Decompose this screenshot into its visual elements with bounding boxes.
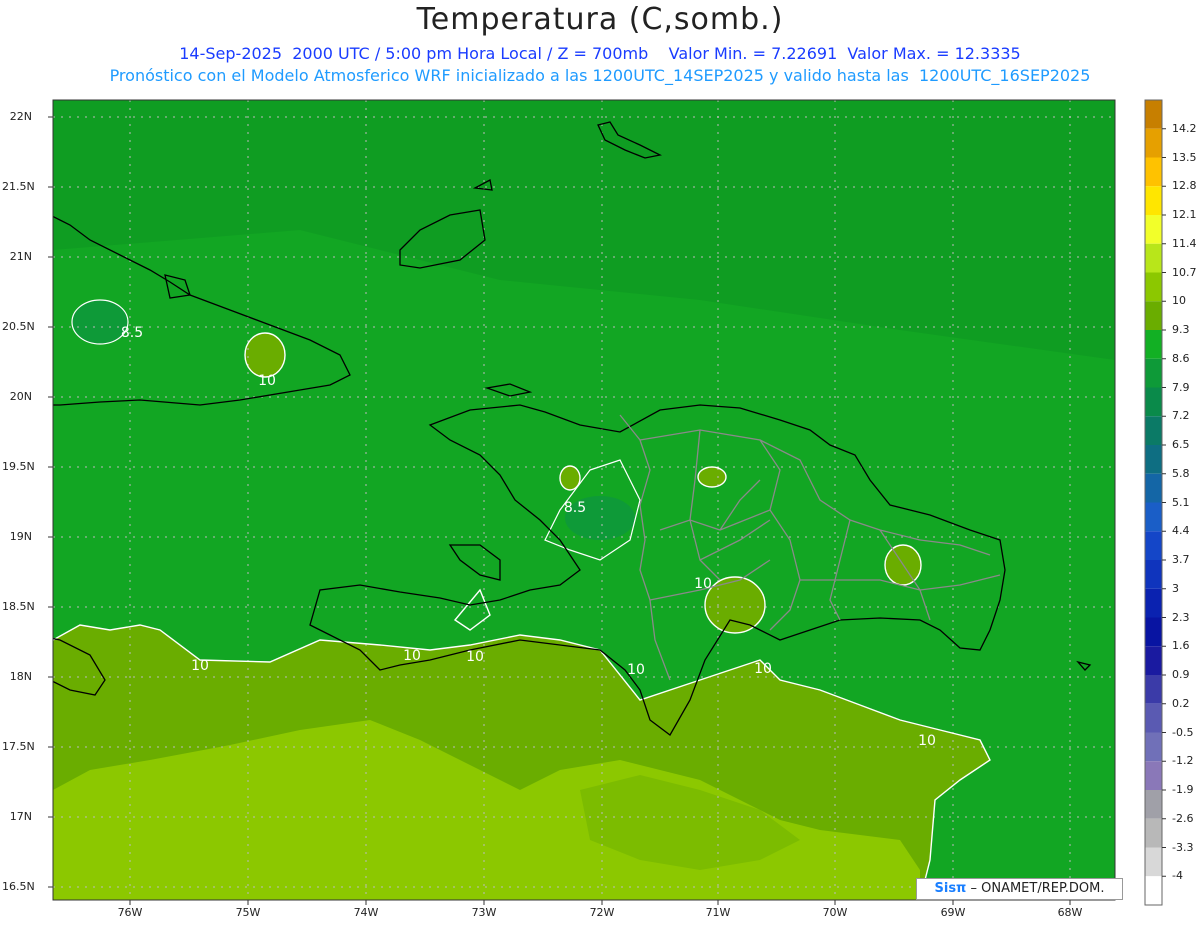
colorbar-label: 8.6 xyxy=(1172,351,1190,365)
credit-text: – ONAMET/REP.DOM. xyxy=(966,881,1105,896)
colorbar-label: 3.7 xyxy=(1172,553,1190,566)
lon-label: 74W xyxy=(353,906,379,919)
colorbar-label: -0.5 xyxy=(1172,725,1194,739)
lat-label: 21.5N xyxy=(2,180,35,193)
lat-label: 16.5N xyxy=(2,880,35,893)
contour-label: 8.5 xyxy=(564,500,586,516)
lat-label: 19N xyxy=(9,530,32,543)
colorbar-label: -2.6 xyxy=(1172,811,1194,825)
lon-label: 68W xyxy=(1057,906,1083,919)
lon-label: 73W xyxy=(471,906,497,919)
contour-label: 10 xyxy=(258,373,276,389)
colorbar-segment xyxy=(1145,301,1162,330)
contour-label: 8.5 xyxy=(121,325,143,341)
contour-label: 10 xyxy=(191,658,209,674)
colorbar-segment xyxy=(1145,876,1162,905)
lat-label: 18.5N xyxy=(2,600,35,613)
colorbar-label: 10 xyxy=(1172,294,1186,308)
lon-label: 75W xyxy=(235,906,261,919)
lon-label: 72W xyxy=(589,906,615,919)
colorbar-segment xyxy=(1145,588,1162,618)
colorbar-segment xyxy=(1145,847,1162,877)
colorbar-label: 10.7 xyxy=(1172,265,1197,279)
colorbar-segment xyxy=(1145,617,1162,647)
lat-label: 17.5N xyxy=(2,740,35,753)
colorbar-segment xyxy=(1145,646,1162,675)
contour-label: 10 xyxy=(694,576,712,592)
colorbar-label: 12.8 xyxy=(1172,179,1197,193)
colorbar-segment xyxy=(1145,128,1162,158)
lat-label: 21N xyxy=(9,250,32,263)
colorbar-segment xyxy=(1145,502,1162,532)
colorbar-label: 7.2 xyxy=(1172,409,1190,423)
colorbar-label: 3 xyxy=(1172,581,1179,595)
colorbar-segment xyxy=(1145,818,1162,848)
credit-box: Sisπ – ONAMET/REP.DOM. xyxy=(916,878,1123,900)
colorbar-segment xyxy=(1145,675,1162,704)
colorbar-label: -1.2 xyxy=(1172,754,1194,768)
colorbar-segment xyxy=(1145,445,1162,474)
contour-label: 10 xyxy=(627,662,645,678)
colorbar-label: 1.6 xyxy=(1172,639,1190,653)
colorbar-segment xyxy=(1145,243,1162,273)
colorbar-label: 13.5 xyxy=(1172,150,1197,164)
colorbar-label: 12.1 xyxy=(1172,208,1197,221)
colorbar-label: 9.3 xyxy=(1172,323,1190,336)
colorbar-label: 5.1 xyxy=(1172,495,1190,509)
colorbar-label: -3.3 xyxy=(1172,840,1194,854)
colorbar-segment xyxy=(1145,100,1162,129)
colorbar-segment xyxy=(1145,732,1162,762)
colorbar-label: 14.2 xyxy=(1172,121,1197,135)
lon-label: 71W xyxy=(705,906,731,919)
colorbar-segment xyxy=(1145,186,1162,215)
colorbar-segment xyxy=(1145,215,1162,244)
colorbar-segment xyxy=(1145,761,1162,790)
colorbar-label: 11.4 xyxy=(1172,236,1197,250)
colorbar xyxy=(1144,99,1166,906)
colorbar-label: 4.4 xyxy=(1172,524,1190,538)
colorbar-label: 2.3 xyxy=(1172,610,1190,624)
colorbar-label: -1.9 xyxy=(1172,783,1194,796)
colorbar-segment xyxy=(1145,531,1162,560)
lat-label: 17N xyxy=(9,810,32,823)
contour-label: 10 xyxy=(754,661,772,677)
lat-label: 19.5N xyxy=(2,460,35,473)
colorbar-segment xyxy=(1145,330,1162,359)
lat-label: 18N xyxy=(9,670,32,683)
colorbar-segment xyxy=(1145,387,1162,417)
contour-label: 10 xyxy=(403,648,421,664)
colorbar-label: -4 xyxy=(1172,869,1183,883)
colorbar-label: 0.9 xyxy=(1172,668,1190,681)
colorbar-segment xyxy=(1145,358,1162,388)
sispi-logo: Sisπ xyxy=(934,881,967,896)
lon-label: 76W xyxy=(117,906,143,919)
colorbar-segment xyxy=(1145,416,1162,445)
contour-label: 10 xyxy=(466,649,484,665)
lat-label: 22N xyxy=(9,110,32,123)
colorbar-label: 6.5 xyxy=(1172,438,1190,451)
colorbar-segment xyxy=(1145,790,1162,819)
lon-label: 69W xyxy=(940,906,966,919)
colorbar-segment xyxy=(1145,703,1162,733)
colorbar-label: 0.2 xyxy=(1172,696,1190,710)
lon-label: 70W xyxy=(822,906,848,919)
lat-label: 20.5N xyxy=(2,320,35,333)
colorbar-segment xyxy=(1145,272,1162,302)
contour-label: 10 xyxy=(918,733,936,749)
colorbar-segment xyxy=(1145,157,1162,187)
colorbar-segment xyxy=(1145,473,1162,503)
temperature-map: 8.5 10 8.5 10 10 10 10 10 10 10 xyxy=(48,99,1166,906)
lat-label: 20N xyxy=(9,390,32,403)
colorbar-segment xyxy=(1145,560,1162,589)
colorbar-label: 7.9 xyxy=(1172,380,1190,394)
colorbar-label: 5.8 xyxy=(1172,466,1190,480)
